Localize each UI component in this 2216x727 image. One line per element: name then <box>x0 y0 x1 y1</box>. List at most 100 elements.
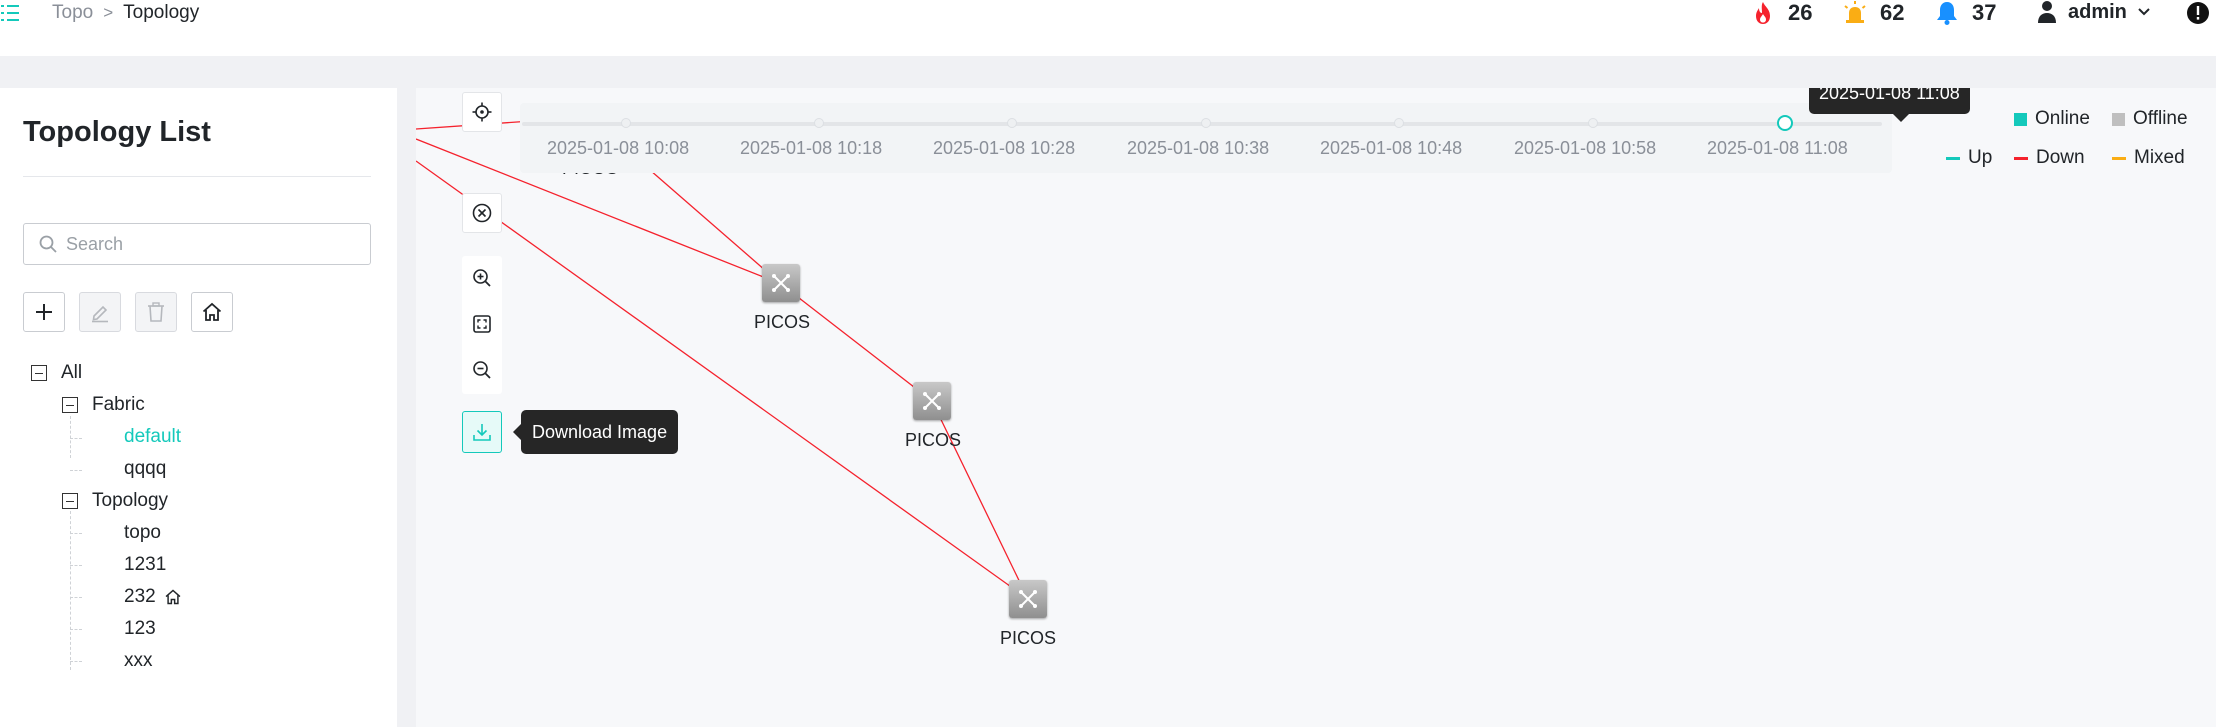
timeline-label[interactable]: 2025-01-08 10:08 <box>547 138 689 159</box>
close-circle-icon <box>472 203 492 223</box>
plus-icon <box>36 304 52 320</box>
up-line-swatch <box>1946 156 1960 160</box>
timeline-label[interactable]: 2025-01-08 10:48 <box>1320 138 1462 159</box>
alert-icon[interactable] <box>2186 1 2210 25</box>
tree-node-all[interactable]: All <box>31 362 82 384</box>
timeline-tick[interactable] <box>1588 118 1598 128</box>
tree-node-xxx[interactable]: xxx <box>124 650 153 672</box>
timeline-tick[interactable] <box>1394 118 1404 128</box>
clear-button[interactable] <box>462 193 502 233</box>
menu-icon[interactable] <box>0 2 22 24</box>
fit-view-button[interactable] <box>462 304 502 344</box>
crosshair-icon <box>472 102 492 122</box>
topology-canvas[interactable]: PICOS PICOS PICOS PICOS 2025-01-08 10:08… <box>416 88 2216 727</box>
node-label: PICOS <box>753 312 811 332</box>
tree-label: 1231 <box>124 554 167 575</box>
node-label: PICOS <box>904 430 962 450</box>
timeline-tick[interactable] <box>621 118 631 128</box>
link-down[interactable] <box>780 283 933 402</box>
zoom-in-icon <box>473 269 491 287</box>
collapse-toggle[interactable] <box>31 365 47 381</box>
tree-node-qqqq[interactable]: qqqq <box>124 458 166 480</box>
tree-node-default[interactable]: default <box>124 426 181 448</box>
zoom-in-button[interactable] <box>462 258 502 298</box>
set-home-button[interactable] <box>191 292 233 332</box>
tree-label: 232 <box>124 586 156 607</box>
timeline-tick[interactable] <box>1007 118 1017 128</box>
locate-button[interactable] <box>462 92 502 132</box>
timeline-label[interactable]: 2025-01-08 10:38 <box>1127 138 1269 159</box>
critical-alarm-stat[interactable]: 26 <box>1750 0 1812 26</box>
picos-switch-node[interactable] <box>1009 580 1047 618</box>
search-box[interactable] <box>23 223 371 265</box>
legend-label: Online <box>2035 108 2090 129</box>
tree-guide <box>70 597 82 598</box>
critical-count: 26 <box>1788 0 1813 25</box>
trash-icon <box>148 302 164 322</box>
user-menu[interactable]: admin <box>2036 0 2151 24</box>
topology-sidebar: Topology List Search All Fabric default … <box>0 88 397 727</box>
edit-button[interactable] <box>79 292 121 332</box>
warning-count: 62 <box>1880 0 1905 25</box>
siren-icon <box>1844 1 1866 23</box>
collapse-toggle[interactable] <box>62 397 78 413</box>
timeline-tooltip: 2025-01-08 11:08 <box>1809 88 1970 122</box>
zoom-out-button[interactable] <box>462 350 502 390</box>
tree-label: 123 <box>124 618 156 639</box>
top-bar: Topo > Topology 26 62 37 admin <box>0 0 2216 56</box>
timeline-label[interactable]: 2025-01-08 10:18 <box>740 138 882 159</box>
legend-label: Up <box>1968 147 1993 168</box>
picos-switch-node[interactable] <box>762 264 800 302</box>
tree-guide <box>70 470 82 471</box>
legend-offline: Offline <box>2112 108 2188 130</box>
home-icon <box>165 589 181 605</box>
legend-label: Down <box>2036 147 2085 168</box>
sidebar-divider <box>23 176 371 177</box>
timeline-label[interactable]: 2025-01-08 10:28 <box>933 138 1075 159</box>
legend-down: Down <box>2014 147 2085 169</box>
history-timeline[interactable]: 2025-01-08 10:08 2025-01-08 10:18 2025-0… <box>520 88 1970 173</box>
add-button[interactable] <box>23 292 65 332</box>
tree-guide <box>70 506 71 670</box>
zoom-out-icon <box>473 361 491 379</box>
breadcrumb-topology: Topology <box>123 2 200 23</box>
delete-button[interactable] <box>135 292 177 332</box>
timeline-label[interactable]: 2025-01-08 11:08 <box>1707 138 1848 159</box>
notification-stat[interactable]: 37 <box>1934 0 1996 26</box>
tree-guide <box>70 533 82 534</box>
tree-node-123[interactable]: 123 <box>124 618 156 640</box>
mixed-line-swatch <box>2112 156 2126 160</box>
user-icon <box>2038 1 2056 23</box>
tree-guide <box>70 565 82 566</box>
fit-screen-icon <box>473 315 491 333</box>
timeline-tick[interactable] <box>1201 118 1211 128</box>
warning-alarm-stat[interactable]: 62 <box>1842 0 1904 26</box>
breadcrumb-topo[interactable]: Topo <box>52 2 93 24</box>
switch-icon <box>923 392 941 410</box>
node-label: PICOS <box>999 628 1057 648</box>
legend-label: Mixed <box>2134 147 2185 168</box>
download-image-button[interactable] <box>462 411 502 453</box>
topology-links <box>416 116 1029 600</box>
collapse-toggle[interactable] <box>62 493 78 509</box>
legend-up: Up <box>1946 147 1992 169</box>
tree-node-1231[interactable]: 1231 <box>124 554 166 576</box>
tree-node-topology[interactable]: Topology <box>62 490 168 512</box>
user-name: admin <box>2068 0 2127 23</box>
timeline-label[interactable]: 2025-01-08 10:58 <box>1514 138 1656 159</box>
timeline-handle[interactable] <box>1777 115 1793 131</box>
link-down[interactable] <box>416 160 1029 600</box>
search-input[interactable] <box>66 230 356 258</box>
search-icon <box>39 235 57 253</box>
picos-switch-node[interactable] <box>913 382 951 420</box>
tree-node-fabric[interactable]: Fabric <box>62 394 145 416</box>
tree-node-topo[interactable]: topo <box>124 522 161 544</box>
legend-mixed: Mixed <box>2112 147 2185 169</box>
timeline-tick[interactable] <box>814 118 824 128</box>
tree-label: qqqq <box>124 458 167 479</box>
tree-label: All <box>61 362 83 383</box>
home-icon <box>202 302 222 321</box>
tree-node-232[interactable]: 232 <box>124 586 182 608</box>
online-swatch <box>2014 112 2027 126</box>
switch-icon <box>1019 590 1037 608</box>
